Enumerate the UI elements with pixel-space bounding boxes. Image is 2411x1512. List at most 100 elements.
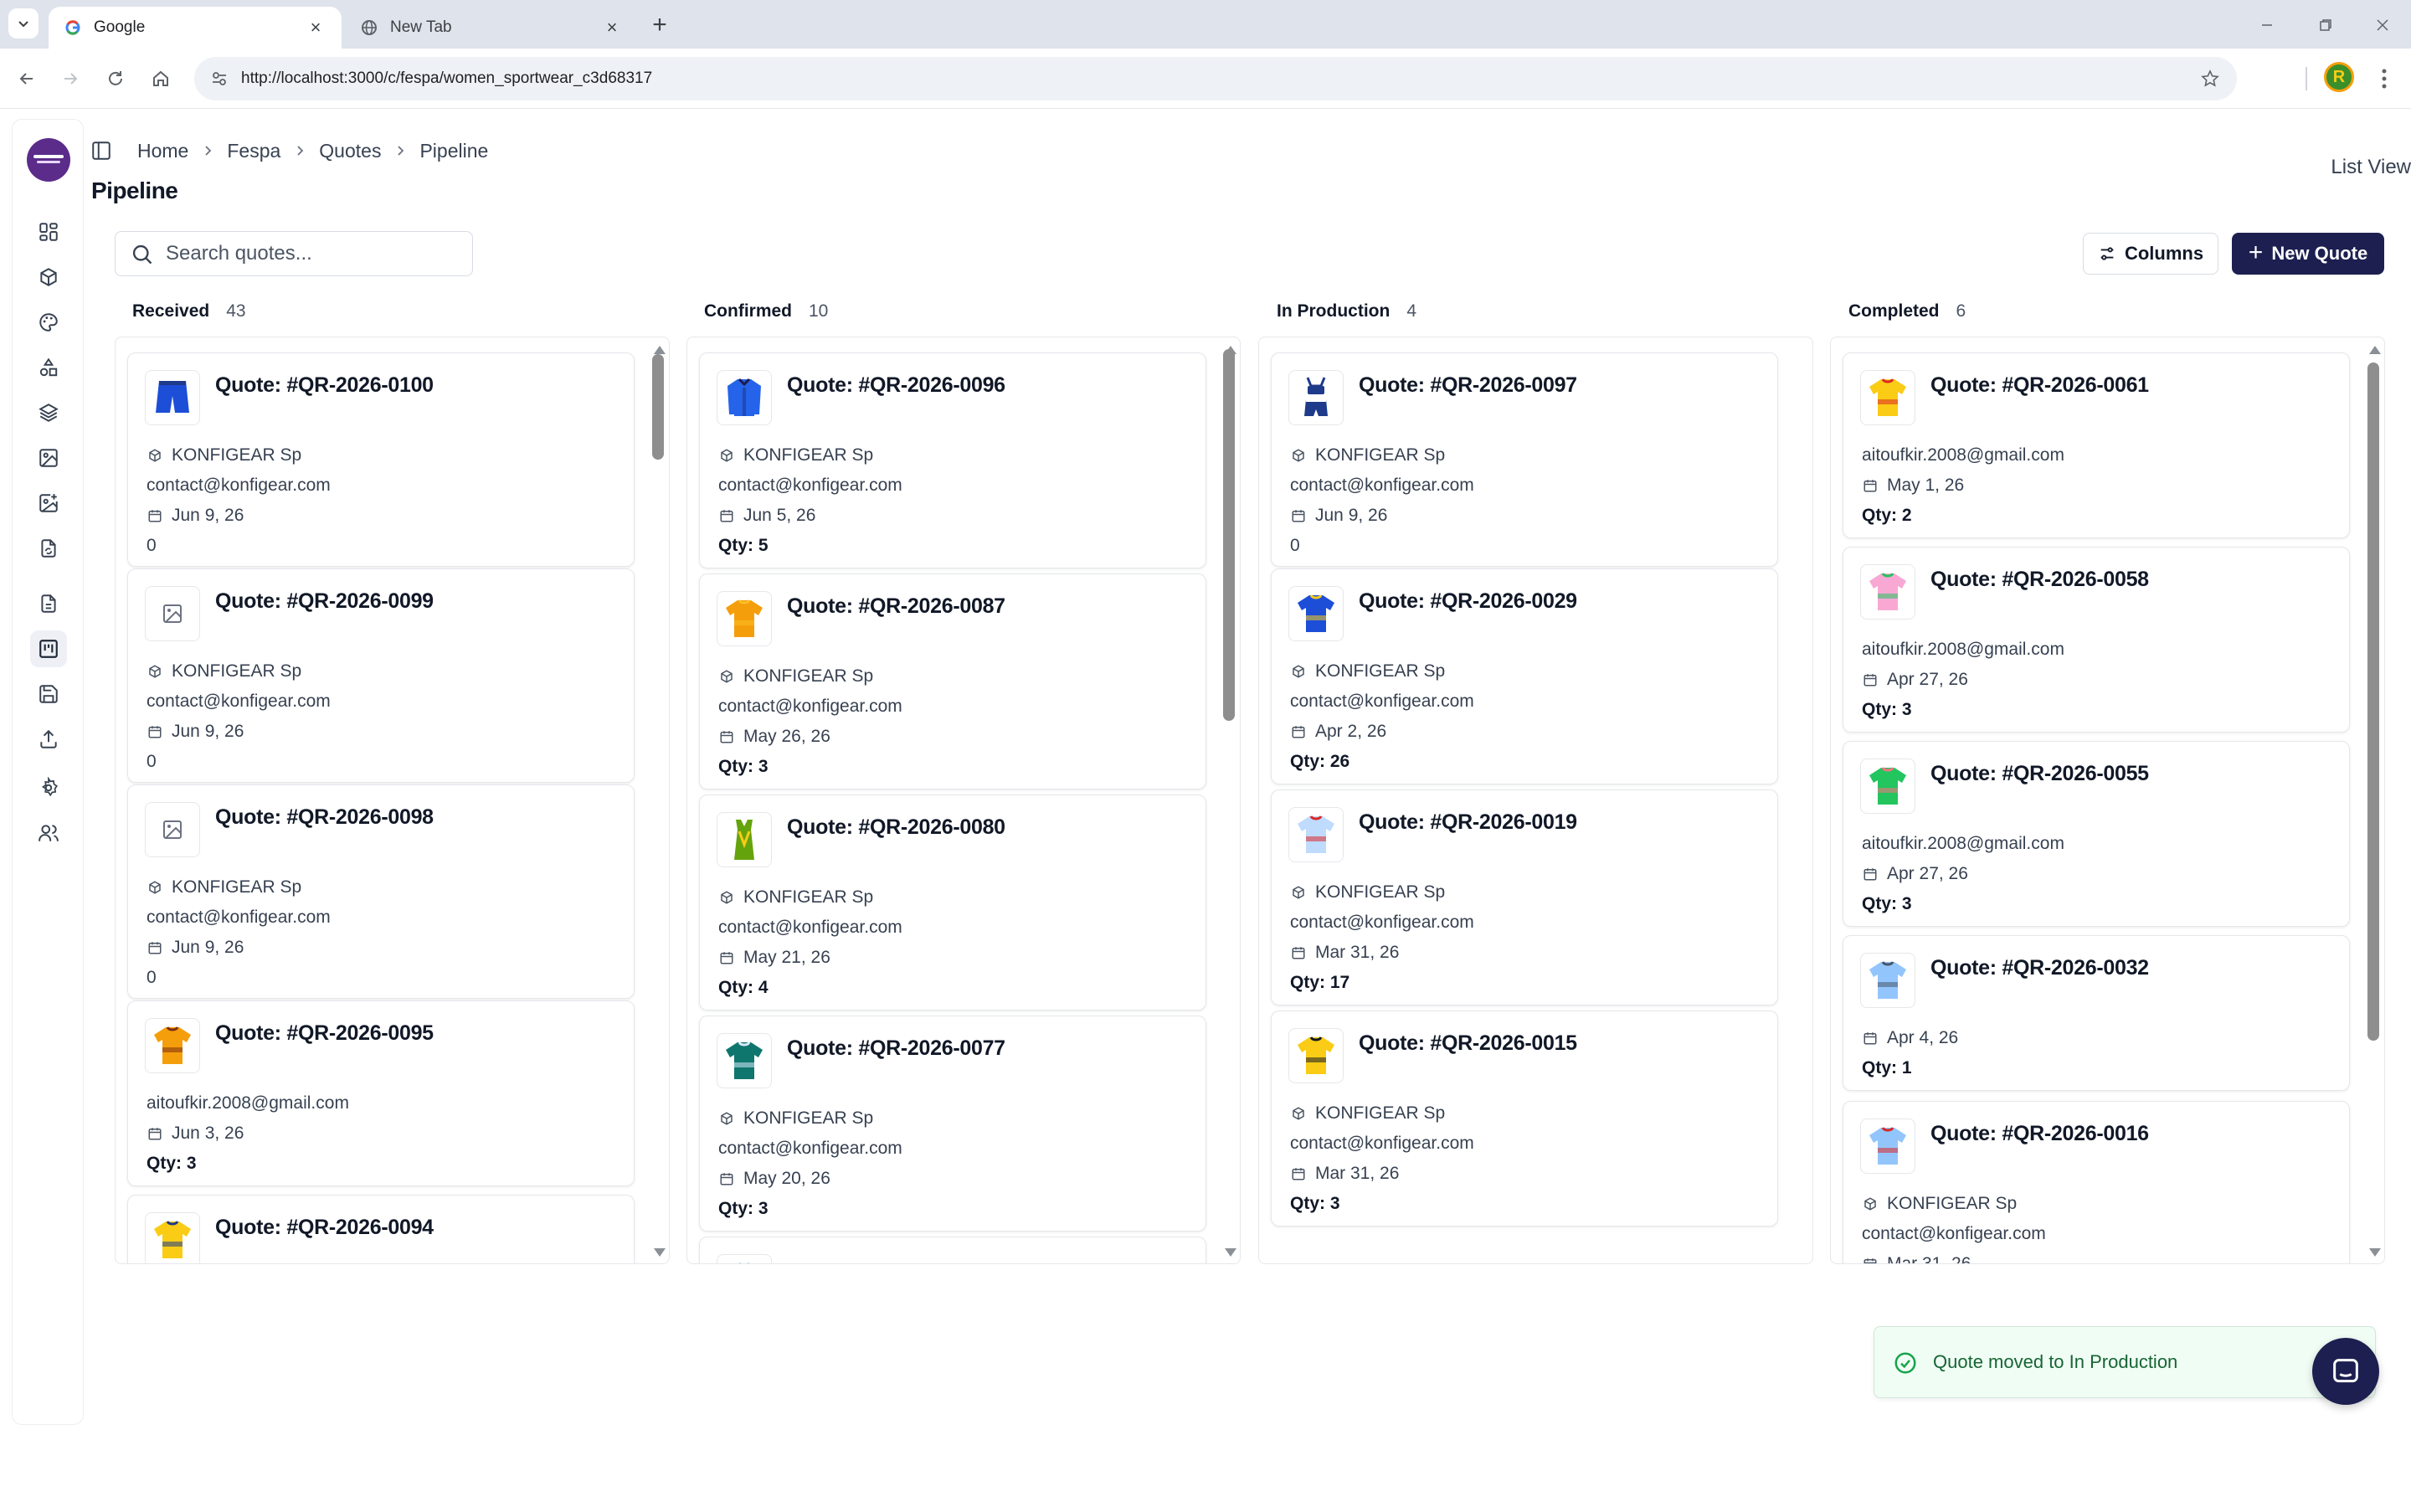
quote-title[interactable]: Quote: #QR-2026-0015 [1359,1031,1577,1056]
palette-icon[interactable] [30,304,67,341]
quote-card[interactable]: Quote: #QR-2026-0019 KONFIGEAR Sp contact@… [1271,789,1778,1005]
quote-card[interactable]: Quote: #QR-2026-0100 KONFIGEAR Sp contact@… [127,352,635,567]
quote-title[interactable]: Quote: #QR-2026-0098 [215,805,434,830]
quote-title[interactable]: Quote: #QR-2026-0058 [1930,568,2149,592]
forward-icon[interactable] [54,62,87,95]
quote-card[interactable]: Quote: #QR-2026-0094 [127,1195,635,1263]
new-tab-button[interactable]: + [646,11,673,39]
quote-title[interactable]: Quote: #QR-2026-0029 [1359,589,1577,614]
quote-thumbnail [1860,759,1915,814]
column-scrollbar[interactable] [647,337,669,1263]
quote-company-text: KONFIGEAR Sp [743,445,874,465]
close-icon[interactable]: × [305,17,326,39]
image-icon[interactable] [30,440,67,476]
quote-title[interactable]: Quote: #QR-2026-0099 [215,589,434,614]
minimize-icon[interactable] [2250,8,2284,42]
browser-tab-google[interactable]: Google × [49,7,342,49]
quote-date: Jun 9, 26 [147,938,244,958]
quote-card[interactable]: Quote: #QR-2026-0099 KONFIGEAR Sp contact@… [127,568,635,783]
quote-title[interactable]: Quote: #QR-2026-0055 [1930,762,2149,786]
tab-search-button[interactable] [8,8,39,39]
company-icon [718,1110,735,1127]
quote-card[interactable]: Quote: #QR-2026-0055 aitoufkir.2008@gmail… [1843,741,2350,927]
quote-card[interactable]: Quote: #QR-2026-0087 KONFIGEAR Sp contact@… [699,573,1206,789]
quote-title[interactable]: Quote: #QR-2026-0016 [1930,1122,2149,1146]
scroll-down-arrow-icon[interactable] [1225,1248,1236,1257]
column-scrollbar[interactable] [2362,337,2384,1263]
quote-card[interactable] [699,1237,1206,1263]
quote-title[interactable]: Quote: #QR-2026-0061 [1930,373,2149,398]
scrollbar-thumb[interactable] [652,354,664,460]
reload-icon[interactable] [99,62,132,95]
box-icon[interactable] [30,259,67,296]
quote-card[interactable]: Quote: #QR-2026-0080 KONFIGEAR Sp contact@… [699,795,1206,1011]
scroll-down-arrow-icon[interactable] [2369,1248,2381,1257]
quote-card[interactable]: Quote: #QR-2026-0061 aitoufkir.2008@gmail… [1843,352,2350,538]
quote-title[interactable]: Quote: #QR-2026-0087 [787,594,1005,619]
quote-card[interactable]: Quote: #QR-2026-0097 KONFIGEAR Sp contact@… [1271,352,1778,567]
chat-launcher-button[interactable] [2312,1338,2379,1405]
quote-card[interactable]: Quote: #QR-2026-0032 Apr 4, 26 Qty: 1 [1843,935,2350,1091]
sidebar-toggle-icon[interactable] [90,139,114,162]
back-icon[interactable] [10,62,44,95]
restore-icon[interactable] [2309,8,2342,42]
quote-title[interactable]: Quote: #QR-2026-0095 [215,1021,434,1046]
close-icon[interactable]: × [601,17,623,39]
address-bar[interactable]: http://localhost:3000/c/fespa/women_spor… [194,57,2237,100]
breadcrumb-fespa[interactable]: Fespa [227,140,280,162]
browser-tab-newtab[interactable]: New Tab × [345,7,638,49]
quote-thumbnail [145,1212,200,1263]
quote-title[interactable]: Quote: #QR-2026-0096 [787,373,1005,398]
settings-icon[interactable] [30,769,67,806]
site-info-icon[interactable] [208,67,231,90]
users-icon[interactable] [30,815,67,851]
quote-title[interactable]: Quote: #QR-2026-0097 [1359,373,1577,398]
quote-title[interactable]: Quote: #QR-2026-0019 [1359,810,1577,835]
quote-title[interactable]: Quote: #QR-2026-0032 [1930,956,2149,980]
kanban-icon[interactable] [30,630,67,667]
quote-title[interactable]: Quote: #QR-2026-0094 [215,1216,434,1240]
upload-icon[interactable] [30,721,67,758]
columns-button[interactable]: Columns [2083,233,2218,275]
file-text-icon[interactable] [30,585,67,622]
kanban-column: Quote: #QR-2026-0100 KONFIGEAR Sp contact@… [115,337,670,1264]
quote-card[interactable]: Quote: #QR-2026-0016 KONFIGEAR Sp contact@… [1843,1101,2350,1263]
window-close-icon[interactable] [2366,8,2399,42]
quote-title[interactable]: Quote: #QR-2026-0100 [215,373,434,398]
home-icon[interactable] [144,62,177,95]
quote-card[interactable]: Quote: #QR-2026-0015 KONFIGEAR Sp contact@… [1271,1011,1778,1227]
quote-date-text: Jun 9, 26 [1315,506,1388,525]
list-view-link[interactable]: List View [2331,156,2411,179]
quote-card[interactable]: Quote: #QR-2026-0098 KONFIGEAR Sp contact@… [127,784,635,999]
scroll-up-arrow-icon[interactable] [654,346,666,354]
quote-company: KONFIGEAR Sp [1290,661,1445,681]
layers-icon[interactable] [30,394,67,431]
image-plus-icon[interactable] [30,485,67,522]
column-scrollbar[interactable] [1218,337,1240,1263]
breadcrumb-quotes[interactable]: Quotes [319,140,381,162]
extension-icon[interactable]: R [2324,62,2354,92]
quote-title[interactable]: Quote: #QR-2026-0077 [787,1036,1005,1061]
quote-card[interactable]: Quote: #QR-2026-0029 KONFIGEAR Sp contact@… [1271,568,1778,784]
new-quote-button[interactable]: + New Quote [2232,233,2384,275]
quote-card[interactable]: Quote: #QR-2026-0096 KONFIGEAR Sp contact@… [699,352,1206,568]
file-sync-icon[interactable] [30,530,67,567]
bookmark-star-icon[interactable] [2198,67,2222,90]
search-input[interactable]: Search quotes... [115,231,473,276]
scrollbar-thumb[interactable] [1223,349,1235,721]
scroll-up-arrow-icon[interactable] [2369,346,2381,354]
quote-title[interactable]: Quote: #QR-2026-0080 [787,815,1005,840]
quote-email: aitoufkir.2008@gmail.com [1862,445,2064,465]
quote-card[interactable]: Quote: #QR-2026-0095 aitoufkir.2008@gmail… [127,1000,635,1186]
scrollbar-thumb[interactable] [2367,363,2379,1041]
shapes-icon[interactable] [30,349,67,386]
quote-card[interactable]: Quote: #QR-2026-0058 aitoufkir.2008@gmail… [1843,547,2350,733]
quote-card[interactable]: Quote: #QR-2026-0077 KONFIGEAR Sp contact@… [699,1016,1206,1232]
dashboard-icon[interactable] [30,213,67,250]
quote-thumbnail [717,1254,772,1263]
save-icon[interactable] [30,676,67,712]
browser-menu-icon[interactable] [2369,62,2399,95]
breadcrumb-home[interactable]: Home [137,140,188,162]
scroll-down-arrow-icon[interactable] [654,1248,666,1257]
brand-logo[interactable] [27,138,70,182]
